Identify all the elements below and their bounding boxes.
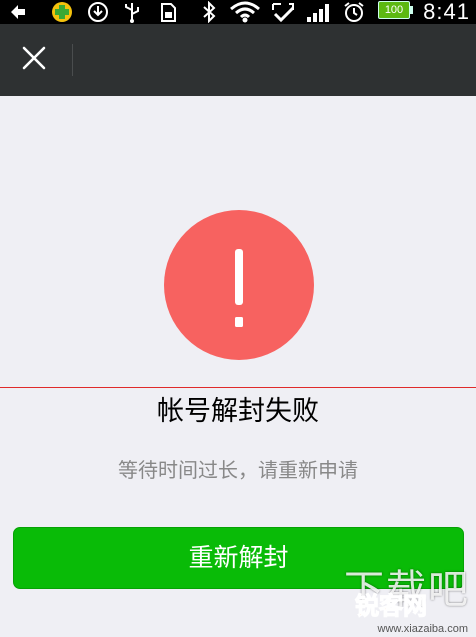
nav-divider <box>72 44 73 76</box>
battery-level: 100 <box>384 4 404 16</box>
status-warning-badge <box>164 210 314 360</box>
signal-icon <box>304 0 334 24</box>
page-title: 帐号解封失败 <box>157 396 319 427</box>
page-subtitle: 等待时间过长，请重新申请 <box>118 458 358 482</box>
bluetooth-icon <box>198 0 220 24</box>
alarm-icon <box>340 0 368 24</box>
sim-icon <box>156 0 180 24</box>
wifi-icon <box>228 0 262 24</box>
watermark-url: www.xiazaiba.com <box>377 623 468 635</box>
usb-icon <box>120 0 144 24</box>
divider-line <box>0 387 476 388</box>
status-bar: 100 8:41 <box>0 0 476 24</box>
close-button[interactable] <box>10 36 58 84</box>
battery-icon: 100 <box>378 1 413 19</box>
status-time: 8:41 <box>423 0 470 24</box>
download-icon <box>84 0 112 24</box>
top-navbar <box>0 24 476 96</box>
close-icon <box>21 45 47 75</box>
exclamation-icon <box>224 223 254 347</box>
plus-badge-icon <box>48 0 76 24</box>
sync-check-icon <box>268 0 298 24</box>
back-arrow-icon <box>6 0 30 24</box>
watermark-logo: 锐客网 <box>355 592 428 621</box>
